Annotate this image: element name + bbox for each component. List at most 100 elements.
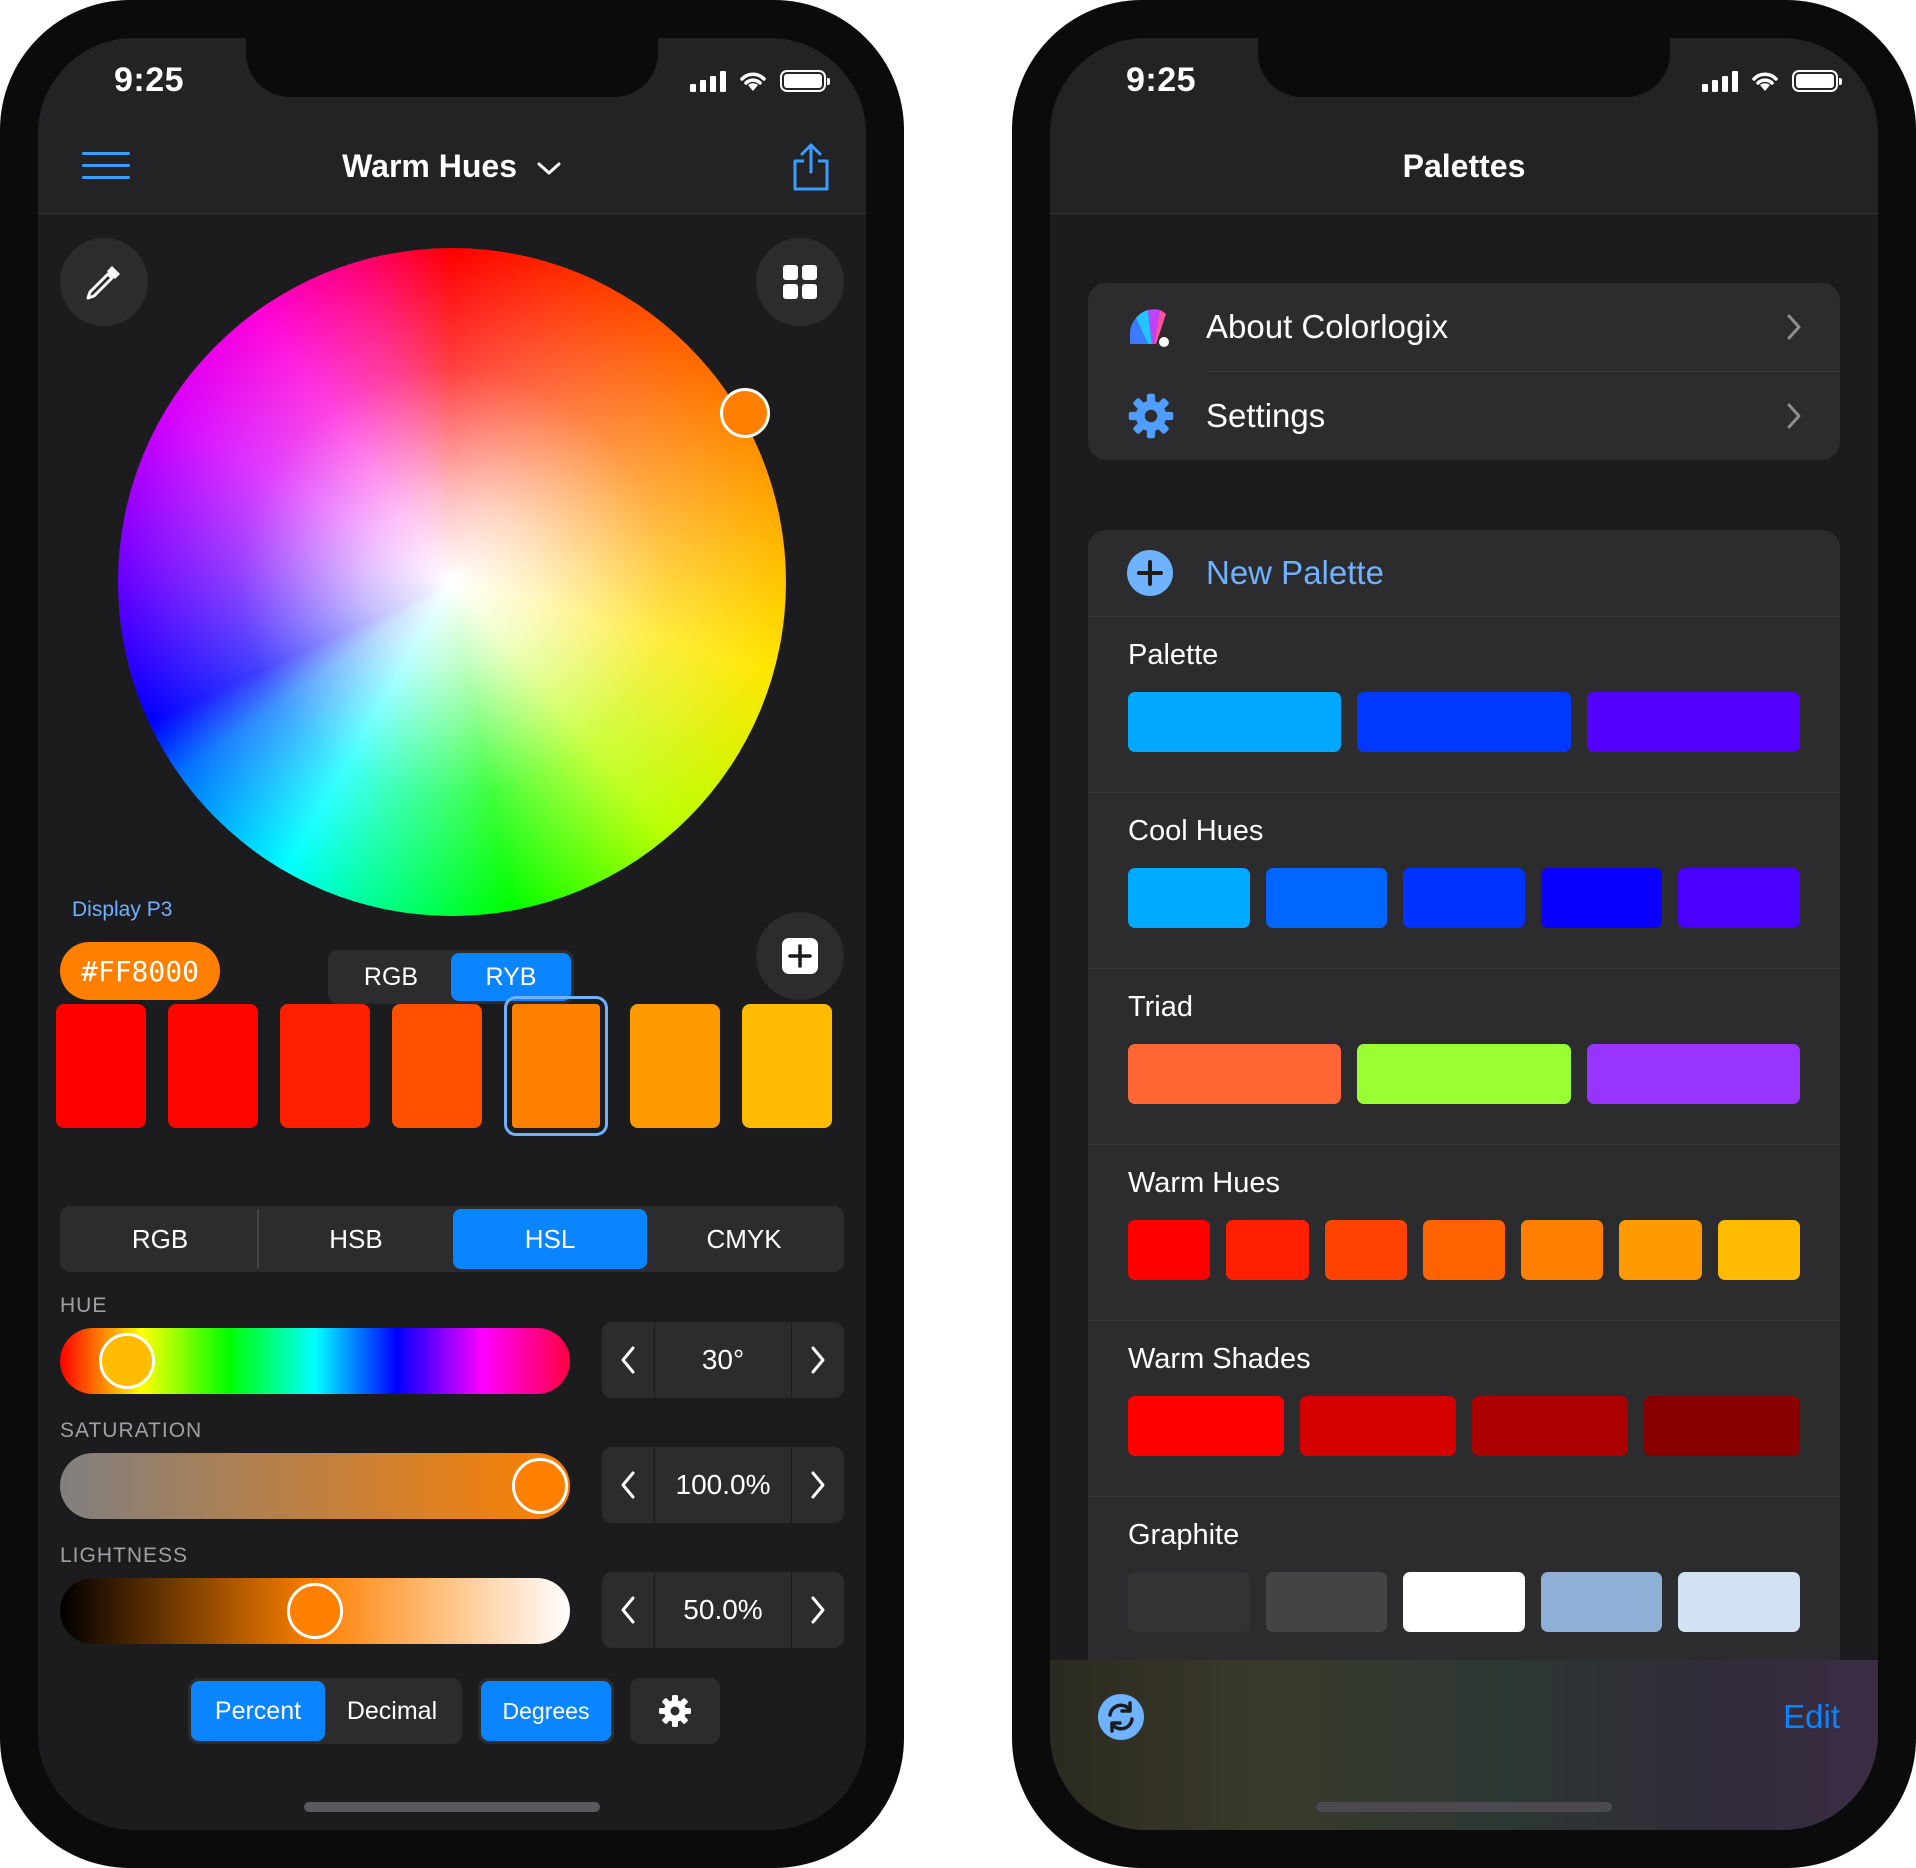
wheel-mode-rgb[interactable]: RGB	[331, 953, 451, 1001]
palette-item[interactable]: Graphite	[1088, 1496, 1840, 1672]
editor-settings-button[interactable]	[630, 1678, 720, 1744]
lightness-label: LIGHTNESS	[60, 1544, 189, 1567]
tab-cmyk[interactable]: CMYK	[647, 1209, 841, 1269]
eyedropper-button[interactable]	[60, 238, 148, 326]
add-color-button[interactable]	[756, 912, 844, 1000]
saturation-decrement[interactable]	[602, 1470, 654, 1500]
format-degrees[interactable]: Degrees	[481, 1681, 611, 1741]
chevron-left-icon	[621, 1346, 635, 1374]
palette-name: Palette	[1128, 639, 1219, 671]
palette-swatch	[1644, 1396, 1800, 1456]
page-title: Palettes	[1402, 148, 1526, 184]
color-wheel[interactable]	[118, 248, 786, 916]
palette-swatch	[1422, 1220, 1506, 1280]
palette-item[interactable]: Warm Shades	[1088, 1320, 1840, 1496]
menu-about[interactable]: About Colorlogix	[1088, 283, 1840, 371]
palette-item[interactable]: Palette	[1088, 616, 1840, 792]
palette-name: Warm Shades	[1128, 1343, 1311, 1375]
swatch-selected[interactable]	[504, 996, 608, 1136]
palette-swatch	[1678, 1572, 1800, 1632]
hue-value[interactable]: 30°	[654, 1322, 792, 1398]
lightness-increment[interactable]	[792, 1595, 844, 1625]
palette-swatch	[1128, 1220, 1211, 1280]
saturation-increment[interactable]	[792, 1470, 844, 1500]
hex-value[interactable]: #FF8000	[60, 942, 220, 1000]
palette-title-dropdown[interactable]: Warm Hues	[38, 148, 866, 185]
swatch[interactable]	[280, 1004, 370, 1128]
tab-rgb[interactable]: RGB	[63, 1209, 259, 1269]
lightness-slider-knob[interactable]	[287, 1583, 343, 1639]
palette-swatches	[1128, 868, 1800, 928]
colorlogix-app-icon	[1130, 309, 1169, 347]
palette-swatch	[1226, 1220, 1309, 1280]
wheel-mode-ryb[interactable]: RYB	[451, 953, 571, 1001]
home-indicator	[304, 1802, 600, 1812]
phone-left: 9:25 Warm Hues Display P3 #FF8000 RGB RY…	[0, 0, 904, 1868]
color-space-label: Display P3	[72, 898, 173, 921]
palette-swatch	[1265, 868, 1388, 928]
color-editor-screen: 9:25 Warm Hues Display P3 #FF8000 RGB RY…	[38, 38, 866, 1830]
palette-swatch	[1586, 692, 1800, 752]
menu-about-label: About Colorlogix	[1206, 308, 1449, 345]
palette-item[interactable]: Warm Hues	[1088, 1144, 1840, 1320]
sync-icon[interactable]	[1096, 1692, 1146, 1742]
wifi-icon	[1752, 72, 1778, 91]
tab-hsb[interactable]: HSB	[259, 1209, 453, 1269]
palette-name: Triad	[1128, 991, 1193, 1023]
notch	[1258, 38, 1670, 97]
color-wheel-handle[interactable]	[720, 388, 770, 438]
saturation-slider[interactable]	[60, 1453, 570, 1519]
palette-item[interactable]: Triad	[1088, 968, 1840, 1144]
plus-square-icon	[782, 938, 818, 974]
palette-swatch	[1540, 868, 1663, 928]
palette-swatches	[1128, 1572, 1800, 1632]
format-percent[interactable]: Percent	[191, 1681, 325, 1741]
palette-swatch	[1678, 868, 1800, 928]
grid-icon	[783, 265, 817, 299]
chevron-left-icon	[621, 1471, 635, 1499]
palette-swatches	[1128, 692, 1800, 752]
hue-stepper: 30°	[602, 1322, 844, 1398]
hue-slider-knob[interactable]	[99, 1333, 156, 1389]
tab-hsl[interactable]: HSL	[453, 1209, 647, 1269]
palette-title: Warm Hues	[342, 148, 517, 184]
status-time: 9:25	[114, 61, 185, 99]
swatch[interactable]	[630, 1004, 720, 1128]
hue-slider[interactable]	[60, 1328, 570, 1394]
hue-decrement[interactable]	[602, 1345, 654, 1375]
swatch[interactable]	[168, 1004, 258, 1128]
hue-label: HUE	[60, 1294, 108, 1317]
saturation-value[interactable]: 100.0%	[654, 1447, 792, 1523]
bottom-toolbar: Edit	[1050, 1660, 1878, 1830]
gear-icon	[1128, 393, 1174, 439]
palette-swatch	[1300, 1396, 1456, 1456]
new-palette-button[interactable]: New Palette	[1088, 530, 1840, 616]
battery-icon	[1792, 70, 1842, 92]
notch	[246, 38, 658, 97]
palette-swatch	[1586, 1044, 1800, 1104]
lightness-decrement[interactable]	[602, 1595, 654, 1625]
lightness-value[interactable]: 50.0%	[654, 1572, 792, 1648]
palette-swatch	[1128, 692, 1342, 752]
share-icon[interactable]	[790, 142, 832, 192]
palette-swatch	[1403, 868, 1525, 928]
palette-swatch	[1128, 1396, 1284, 1456]
swatch[interactable]	[742, 1004, 832, 1128]
chevron-down-icon	[537, 162, 561, 175]
palette-swatch	[1357, 1044, 1571, 1104]
menu-settings[interactable]: Settings	[1088, 372, 1840, 460]
hue-increment[interactable]	[792, 1345, 844, 1375]
swatch[interactable]	[56, 1004, 146, 1128]
grid-view-button[interactable]	[756, 238, 844, 326]
palette-item[interactable]: Cool Hues	[1088, 792, 1840, 968]
chevron-left-icon	[621, 1596, 635, 1624]
lightness-slider[interactable]	[60, 1578, 570, 1644]
saturation-slider-knob[interactable]	[512, 1458, 568, 1514]
number-format-toggle: Percent Decimal	[188, 1678, 462, 1744]
chevron-right-icon	[1787, 403, 1801, 429]
swatch[interactable]	[392, 1004, 482, 1128]
edit-button[interactable]: Edit	[1783, 1698, 1840, 1736]
new-palette-label: New Palette	[1206, 554, 1384, 591]
format-decimal[interactable]: Decimal	[325, 1681, 459, 1741]
signal-icon	[690, 70, 726, 92]
